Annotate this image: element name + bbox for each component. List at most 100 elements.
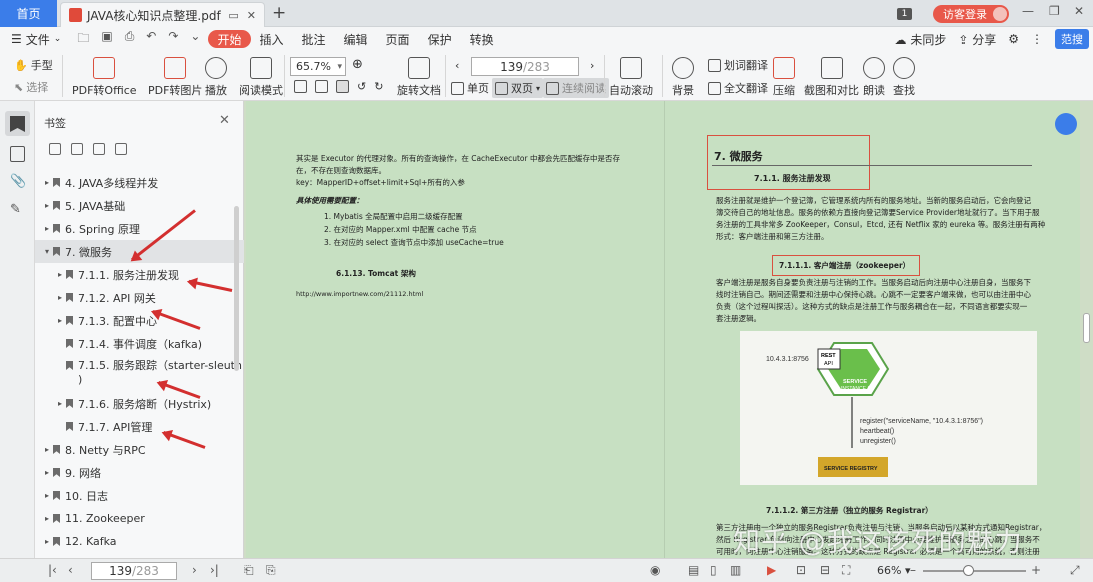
bookmark-item[interactable]: ▸ 7.1.3. 配置中心	[35, 309, 244, 332]
bookmark-item[interactable]: ▸ 7.1.6. 服务熔断（Hystrix)	[35, 392, 244, 415]
double-page-button[interactable]: 双页 ▾	[492, 78, 544, 98]
double-view-icon[interactable]: ▥	[730, 563, 741, 577]
fit-page-icon[interactable]	[315, 80, 328, 93]
prev-view-icon[interactable]: ⎗	[244, 563, 254, 578]
expand-icon[interactable]: ▸	[45, 201, 53, 210]
add-bookmark-icon[interactable]	[93, 143, 105, 155]
actual-size-icon[interactable]	[294, 80, 307, 93]
full-translate-button[interactable]: 全文翻译	[708, 80, 768, 96]
tab-insert[interactable]: 插入	[251, 30, 293, 48]
print-icon[interactable]: ⎙	[125, 29, 135, 50]
bookmark-item[interactable]: ▸ 12. Kafka	[35, 530, 244, 553]
next-view-icon[interactable]: ⎘	[266, 563, 276, 578]
file-menu[interactable]: ☰ 文件 ⌄	[11, 31, 61, 48]
screenshot-compare-button[interactable]: 截图和对比	[804, 57, 859, 98]
eye-protect-icon[interactable]: ◉	[650, 563, 660, 577]
expand-icon[interactable]: ▸	[45, 178, 53, 187]
home-tab[interactable]: 首页	[0, 0, 57, 27]
prev-page-icon[interactable]: ‹	[455, 59, 459, 72]
zoom-select[interactable]: 65.7%	[290, 57, 346, 76]
fit-screen-icon[interactable]: ⤢	[1070, 563, 1080, 578]
zoom-in-icon[interactable]: ⊕	[352, 57, 363, 72]
settings-icon[interactable]: ⚙	[1008, 32, 1019, 46]
minimize-icon[interactable]: —	[1022, 4, 1034, 18]
thumbnail-icon[interactable]	[10, 146, 25, 162]
fit-icon[interactable]: ⊡	[796, 563, 806, 577]
auto-scroll-button[interactable]: 自动滚动	[609, 57, 653, 98]
maximize-icon[interactable]: ❐	[1049, 4, 1060, 18]
pdf-to-office-button[interactable]: PDF转Office	[72, 57, 137, 98]
expand-icon[interactable]: ▸	[58, 316, 66, 325]
rotate-right-icon[interactable]: ↻	[374, 80, 383, 93]
expand-icon[interactable]: ▸	[45, 537, 53, 546]
sync-status[interactable]: ☁ 未同步	[894, 31, 946, 48]
more-icon[interactable]: ⋮	[1031, 32, 1043, 46]
document-tab[interactable]: JAVA核心知识点整理.pdf ▭ ✕	[60, 2, 265, 27]
play-icon[interactable]: ▶	[767, 563, 776, 577]
fit-width-icon[interactable]: ⊟	[820, 563, 830, 577]
next-page-icon[interactable]: ›	[590, 59, 594, 72]
document-view[interactable]: 其实是 Executor 的代理对象。所有的查询操作，在 CacheExecut…	[244, 101, 1093, 558]
collapse-icon[interactable]: ▾	[45, 247, 53, 256]
prev-page-icon[interactable]: ‹	[68, 563, 73, 577]
zoom-slider-handle[interactable]	[963, 565, 974, 576]
expand-icon[interactable]: ▸	[58, 293, 66, 302]
compress-button[interactable]: 压缩	[773, 57, 795, 98]
zoom-percent[interactable]: 66% ▾	[877, 564, 910, 577]
window-count-badge[interactable]: 1	[897, 8, 912, 20]
first-page-icon[interactable]: |‹	[48, 563, 57, 577]
attachment-icon[interactable]: 📎	[10, 174, 26, 190]
bookmark-item[interactable]: ▸ 7.1.1. 服务注册发现	[35, 263, 244, 286]
next-page-icon[interactable]: ›	[192, 563, 197, 577]
pdf-to-image-button[interactable]: PDF转图片	[148, 57, 202, 98]
tab-protect[interactable]: 保护	[419, 30, 461, 48]
bookmark-item[interactable]: ▸ 9. 网络	[35, 461, 244, 484]
reference-link[interactable]: http://www.importnew.com/21112.html	[296, 288, 423, 300]
bookmark-item[interactable]: ▸ 8. Netty 与RPC	[35, 438, 244, 461]
new-tab-button[interactable]: +	[272, 3, 286, 23]
top-right-button[interactable]: 范搜	[1055, 29, 1089, 49]
page-number-input[interactable]: 139/283	[471, 57, 579, 76]
redo-icon[interactable]: ↷	[168, 29, 178, 50]
expand-icon[interactable]: ▸	[58, 399, 66, 408]
open-folder-icon[interactable]: 🗀	[77, 29, 89, 50]
page-view-icon[interactable]: ▯	[710, 563, 717, 577]
document-scrollbar[interactable]	[1083, 313, 1090, 343]
zoom-out-icon[interactable]: –	[910, 563, 916, 577]
single-page-button[interactable]: 单页	[451, 80, 489, 96]
zoom-slider[interactable]	[923, 570, 1026, 572]
collapse-all-icon[interactable]	[71, 143, 83, 155]
bookmark-item[interactable]: ▸ 7.1.2. API 网关	[35, 286, 244, 309]
single-view-icon[interactable]: ▤	[688, 563, 699, 577]
tab-page[interactable]: 页面	[377, 30, 419, 48]
bookmark-item[interactable]: 7.1.4. 事件调度（kafka)	[35, 332, 244, 355]
close-icon[interactable]: ✕	[219, 113, 230, 128]
bookmark-item[interactable]: ▸ 4. JAVA多线程并发	[35, 171, 244, 194]
expand-icon[interactable]: ▸	[45, 514, 53, 523]
expand-icon[interactable]: ▸	[45, 224, 53, 233]
word-translate-button[interactable]: 划词翻译	[708, 57, 768, 73]
bookmark-item[interactable]: ▸ 10. 日志	[35, 484, 244, 507]
find-button[interactable]: 查找	[893, 57, 915, 98]
status-page-input[interactable]: 139/283	[91, 562, 177, 580]
tab-edit[interactable]: 编辑	[335, 30, 377, 48]
bookmark-item[interactable]: 7.1.7. API管理	[35, 415, 244, 438]
expand-icon[interactable]: ▸	[58, 270, 66, 279]
background-button[interactable]: 背景	[672, 57, 694, 98]
read-aloud-button[interactable]: 朗读	[863, 57, 885, 98]
signature-icon[interactable]: ✎	[10, 202, 25, 218]
expand-all-icon[interactable]	[49, 143, 61, 155]
zoom-in-icon[interactable]: +	[1031, 563, 1041, 577]
share-button[interactable]: ⇪ 分享	[958, 31, 996, 48]
fullscreen-icon[interactable]: ⛶	[842, 563, 850, 578]
expand-icon[interactable]: ▸	[45, 491, 53, 500]
panel-scrollbar[interactable]	[234, 206, 239, 371]
rotate-left-icon[interactable]: ↺	[357, 80, 366, 93]
bookmark-item[interactable]: ▸ 11. Zookeeper	[35, 507, 244, 530]
floating-tool-button[interactable]	[1055, 113, 1077, 135]
expand-icon[interactable]: ▸	[45, 468, 53, 477]
continuous-read-button[interactable]: 连续阅读	[543, 78, 609, 98]
delete-bookmark-icon[interactable]	[115, 143, 127, 155]
tab-annotate[interactable]: 批注	[293, 30, 335, 48]
undo-icon[interactable]: ↶	[146, 29, 156, 50]
